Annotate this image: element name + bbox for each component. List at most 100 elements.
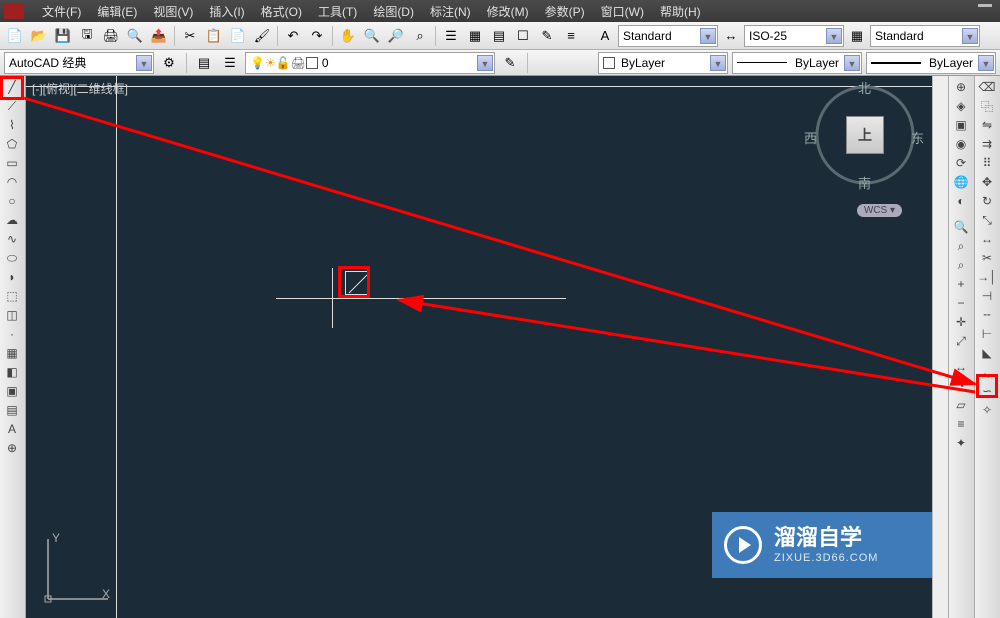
open-file-button[interactable]: 📂 xyxy=(28,25,50,47)
compass-south[interactable]: 南 xyxy=(858,173,871,192)
design-center-button[interactable]: ▦ xyxy=(464,25,486,47)
ucs-world-icon[interactable]: ⊕ xyxy=(950,78,972,96)
view-3d-icon[interactable]: ◈ xyxy=(950,97,972,115)
menu-edit[interactable]: 编辑(E) xyxy=(89,0,145,23)
vertical-scrollbar[interactable] xyxy=(932,76,948,618)
stretch-tool[interactable]: ↔ xyxy=(976,230,998,248)
offset-tool[interactable]: ⇉ xyxy=(976,135,998,153)
join-tool[interactable]: ⊢ xyxy=(976,325,998,343)
table-style-icon[interactable]: ▦ xyxy=(846,25,868,47)
print-button[interactable]: 🖨 xyxy=(100,25,122,47)
ucs-icon[interactable]: X Y xyxy=(38,529,118,612)
save-button[interactable]: 💾 xyxy=(52,25,74,47)
move-tool[interactable]: ✥ xyxy=(976,173,998,191)
properties-button[interactable]: ☰ xyxy=(440,25,462,47)
insert-block-tool[interactable]: ⬚ xyxy=(1,287,23,305)
undo-button[interactable]: ↶ xyxy=(282,25,304,47)
wcs-badge[interactable]: WCS ▾ xyxy=(857,204,902,217)
minimize-button[interactable] xyxy=(978,4,992,7)
text-style-icon[interactable]: A xyxy=(594,25,616,47)
revcloud-tool[interactable]: ☁ xyxy=(1,211,23,229)
layer-states-button[interactable]: ☰ xyxy=(219,52,241,74)
region-tool[interactable]: ▣ xyxy=(1,382,23,400)
markup-button[interactable]: ✎ xyxy=(536,25,558,47)
publish-button[interactable]: 📤 xyxy=(148,25,170,47)
addselected-tool[interactable]: ⊕ xyxy=(1,439,23,457)
ellipse-tool[interactable]: ⬭ xyxy=(1,249,23,267)
arc-tool[interactable]: ◠ xyxy=(1,173,23,191)
saveas-button[interactable]: 🖫 xyxy=(76,25,98,47)
copy-tool[interactable]: ⿻ xyxy=(976,97,998,115)
text-style-combo[interactable]: Standard ▼ xyxy=(618,25,718,47)
cut-button[interactable]: ✂ xyxy=(179,25,201,47)
layer-make-current-button[interactable]: ✎ xyxy=(499,52,521,74)
area-icon[interactable]: ▱ xyxy=(950,396,972,414)
circle-tool[interactable]: ○ xyxy=(1,192,23,210)
menu-dimension[interactable]: 标注(N) xyxy=(422,0,479,23)
linetype-combo[interactable]: ByLayer ▼ xyxy=(732,52,862,74)
trim-tool[interactable]: ✂ xyxy=(976,249,998,267)
spline-tool[interactable]: ∿ xyxy=(1,230,23,248)
menu-format[interactable]: 格式(O) xyxy=(253,0,310,23)
workspace-combo[interactable]: AutoCAD 经典 ▼ xyxy=(4,52,154,74)
compass-west[interactable]: 西 xyxy=(804,128,817,147)
polygon-tool[interactable]: ⬠ xyxy=(1,135,23,153)
fillet-tool[interactable]: ◟ xyxy=(976,363,998,381)
zoom-extents-icon[interactable]: ⤢ xyxy=(950,332,972,350)
table-style-combo[interactable]: Standard ▼ xyxy=(870,25,980,47)
chamfer-tool[interactable]: ◣ xyxy=(976,344,998,362)
list-icon[interactable]: ≡ xyxy=(950,415,972,433)
rotate-tool[interactable]: ↻ xyxy=(976,192,998,210)
polyline-tool[interactable]: ⌇ xyxy=(1,116,23,134)
menu-tools[interactable]: 工具(T) xyxy=(310,0,365,23)
rectangle-tool[interactable]: ▭ xyxy=(1,154,23,172)
sheetset-button[interactable]: ☐ xyxy=(512,25,534,47)
menu-view[interactable]: 视图(V) xyxy=(145,0,201,23)
menu-draw[interactable]: 绘图(D) xyxy=(365,0,422,23)
zoom-out-icon[interactable]: − xyxy=(950,294,972,312)
compass-north[interactable]: 北 xyxy=(858,78,871,97)
drawing-canvas[interactable]: [-][俯视][二维线框] 上 北 南 东 西 WCS ▾ xyxy=(26,76,932,618)
viewport-label[interactable]: [-][俯视][二维线框] xyxy=(32,80,128,97)
menu-file[interactable]: 文件(F) xyxy=(34,0,89,23)
array-tool[interactable]: ⠿ xyxy=(976,154,998,172)
calc-button[interactable]: ≡ xyxy=(560,25,582,47)
line-tool[interactable]: ╱ xyxy=(1,78,23,96)
lineweight-combo[interactable]: ByLayer ▼ xyxy=(866,52,996,74)
view-iso-icon[interactable]: ◉ xyxy=(950,135,972,153)
copy-clip-button[interactable]: 📋 xyxy=(203,25,225,47)
compass-east[interactable]: 东 xyxy=(911,128,924,147)
zoom-rt-button[interactable]: 🔍 xyxy=(361,25,383,47)
extend-tool[interactable]: →│ xyxy=(976,268,998,286)
match-prop-button[interactable]: 🖌 xyxy=(251,25,273,47)
orbit-icon[interactable]: ⟳ xyxy=(950,154,972,172)
plot-preview-button[interactable]: 🔍 xyxy=(124,25,146,47)
redo-button[interactable]: ↷ xyxy=(306,25,328,47)
mirror-tool[interactable]: ⇋ xyxy=(976,116,998,134)
break-tool[interactable]: ╌ xyxy=(976,306,998,324)
erase-tool[interactable]: ⌫ xyxy=(976,78,998,96)
zoom-previous-icon[interactable]: ⌕ xyxy=(950,256,972,274)
dim-style-combo[interactable]: ISO-25 ▼ xyxy=(744,25,844,47)
new-file-button[interactable]: 📄 xyxy=(4,25,26,47)
zoom-prev-button[interactable]: ⌕ xyxy=(409,25,431,47)
explode-tool[interactable]: ✧ xyxy=(976,401,998,419)
color-combo[interactable]: ByLayer ▼ xyxy=(598,52,728,74)
construction-line-tool[interactable]: ⟋ xyxy=(1,97,23,115)
id-point-icon[interactable]: ✦ xyxy=(950,434,972,452)
layer-prop-button[interactable]: ▤ xyxy=(193,52,215,74)
tool-palette-button[interactable]: ▤ xyxy=(488,25,510,47)
ellipse-arc-tool[interactable]: ◗ xyxy=(1,268,23,286)
paste-button[interactable]: 📄 xyxy=(227,25,249,47)
make-block-tool[interactable]: ◫ xyxy=(1,306,23,324)
table-tool[interactable]: ▤ xyxy=(1,401,23,419)
pan-button[interactable]: ✋ xyxy=(337,25,359,47)
zoom-window-icon[interactable]: ⌕ xyxy=(950,237,972,255)
gradient-tool[interactable]: ◧ xyxy=(1,363,23,381)
hatch-tool[interactable]: ▦ xyxy=(1,344,23,362)
menu-help[interactable]: 帮助(H) xyxy=(652,0,709,23)
point-tool[interactable]: · xyxy=(1,325,23,343)
menu-insert[interactable]: 插入(I) xyxy=(201,0,252,23)
view-cube[interactable]: 上 北 南 东 西 xyxy=(810,80,920,190)
visual-style-icon[interactable]: ◐ xyxy=(950,192,972,210)
